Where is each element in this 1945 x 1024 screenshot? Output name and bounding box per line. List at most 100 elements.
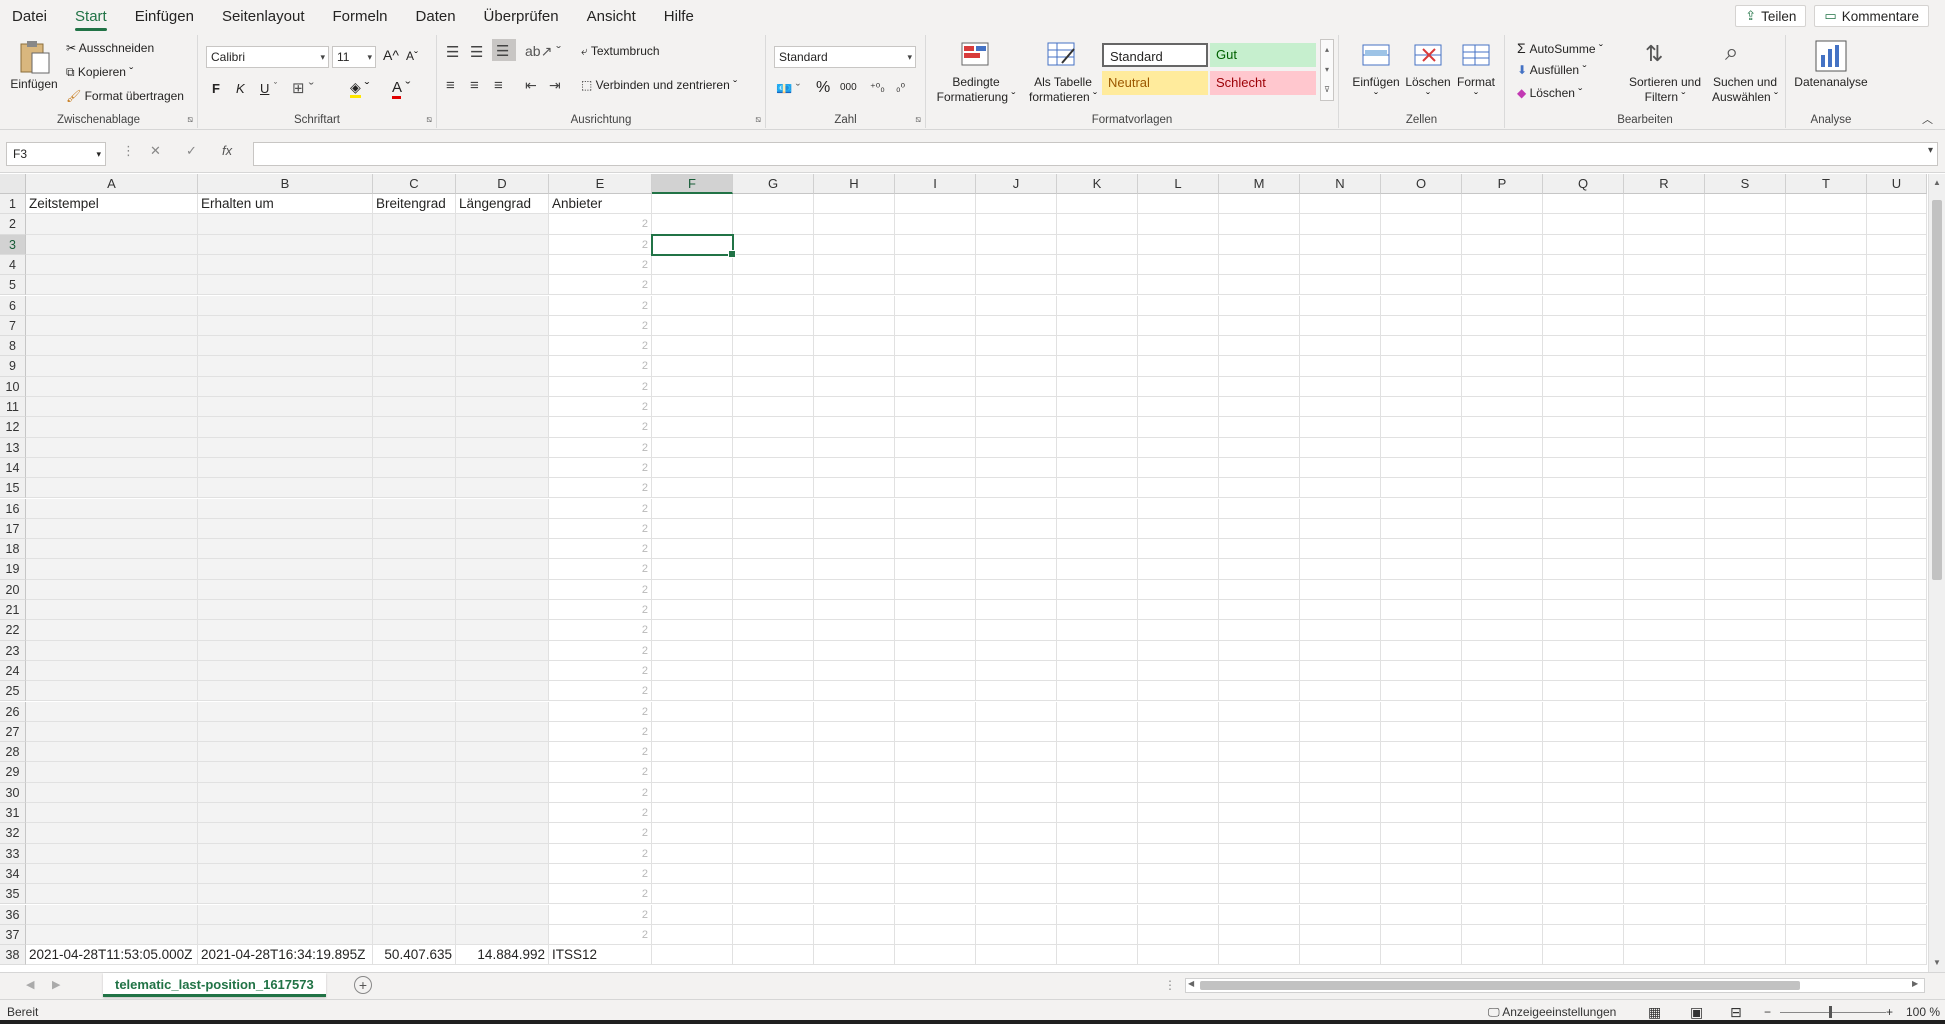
cell-u20[interactable] [1867, 579, 1927, 600]
cell-k18[interactable] [1057, 539, 1138, 560]
cell-d23[interactable] [456, 640, 549, 661]
cell-n37[interactable] [1300, 924, 1381, 946]
cell-r25[interactable] [1624, 681, 1705, 702]
cell-p25[interactable] [1462, 681, 1543, 702]
cell-b17[interactable] [198, 518, 373, 540]
row-header-23[interactable]: 23 [0, 640, 26, 661]
cell-n22[interactable] [1300, 620, 1381, 641]
cell-m7[interactable] [1219, 315, 1300, 337]
insert-function-icon[interactable]: fx [222, 143, 232, 158]
cell-n33[interactable] [1300, 843, 1381, 864]
cell-h24[interactable] [814, 660, 895, 682]
cell-c20[interactable] [373, 579, 456, 600]
cell-d8[interactable] [456, 336, 549, 357]
style-standard[interactable]: Standard [1102, 43, 1208, 67]
cell-d14[interactable] [456, 457, 549, 479]
cell-n5[interactable] [1300, 275, 1381, 296]
cell-r23[interactable] [1624, 640, 1705, 661]
cell-o13[interactable] [1381, 437, 1462, 458]
zoom-slider-thumb[interactable] [1829, 1006, 1832, 1018]
cell-h33[interactable] [814, 843, 895, 864]
cell-c2[interactable] [373, 214, 456, 235]
column-header-c[interactable]: C [373, 174, 456, 194]
cell-e30[interactable]: 2 [549, 782, 652, 803]
row-header-32[interactable]: 32 [0, 823, 26, 844]
cell-u4[interactable] [1867, 254, 1927, 276]
cell-d31[interactable] [456, 803, 549, 824]
cell-o7[interactable] [1381, 315, 1462, 337]
italic-button[interactable]: K [236, 81, 245, 96]
comments-button[interactable]: ▭ Kommentare [1814, 5, 1929, 27]
cell-c8[interactable] [373, 336, 456, 357]
cell-j22[interactable] [976, 620, 1057, 641]
cell-s16[interactable] [1705, 498, 1786, 519]
cell-t22[interactable] [1786, 620, 1867, 641]
cell-s14[interactable] [1705, 457, 1786, 479]
cell-l36[interactable] [1138, 904, 1219, 925]
row-header-12[interactable]: 12 [0, 417, 26, 438]
align-left-icon[interactable]: ≡ [446, 77, 455, 94]
cell-p12[interactable] [1462, 417, 1543, 438]
cell-a2[interactable] [26, 214, 198, 235]
underline-dropdown-icon[interactable]: ˇ [274, 81, 277, 91]
cell-g3[interactable] [733, 234, 814, 255]
cell-d37[interactable] [456, 924, 549, 946]
cell-f32[interactable] [652, 823, 733, 844]
cell-p23[interactable] [1462, 640, 1543, 661]
cell-n15[interactable] [1300, 478, 1381, 499]
dialog-launcher-icon[interactable]: ⧅ [187, 114, 193, 125]
cell-i15[interactable] [895, 478, 976, 499]
cell-k15[interactable] [1057, 478, 1138, 499]
orientation-icon[interactable]: ab↗ ˇ [525, 43, 561, 60]
row-header-17[interactable]: 17 [0, 518, 26, 540]
cell-a36[interactable] [26, 904, 198, 925]
cell-g6[interactable] [733, 295, 814, 316]
cell-l35[interactable] [1138, 884, 1219, 905]
cell-o17[interactable] [1381, 518, 1462, 540]
cell-r8[interactable] [1624, 336, 1705, 357]
cell-r19[interactable] [1624, 559, 1705, 580]
cell-r5[interactable] [1624, 275, 1705, 296]
cell-q31[interactable] [1543, 803, 1624, 824]
row-header-4[interactable]: 4 [0, 254, 26, 276]
cell-a25[interactable] [26, 681, 198, 702]
cell-c13[interactable] [373, 437, 456, 458]
cell-e4[interactable]: 2 [549, 254, 652, 276]
cell-l19[interactable] [1138, 559, 1219, 580]
cell-q28[interactable] [1543, 742, 1624, 763]
cell-a5[interactable] [26, 275, 198, 296]
tab-datei[interactable]: Datei [0, 0, 61, 33]
cell-a18[interactable] [26, 539, 198, 560]
cell-a22[interactable] [26, 620, 198, 641]
cell-u33[interactable] [1867, 843, 1927, 864]
scroll-down-icon[interactable]: ▼ [1933, 958, 1941, 967]
cell-m26[interactable] [1219, 701, 1300, 722]
cell-f9[interactable] [652, 356, 733, 377]
cell-b11[interactable] [198, 397, 373, 418]
cell-r7[interactable] [1624, 315, 1705, 337]
cell-a10[interactable] [26, 376, 198, 397]
tab-ueberpruefen[interactable]: Überprüfen [470, 0, 573, 33]
cell-r18[interactable] [1624, 539, 1705, 560]
cell-a29[interactable] [26, 762, 198, 783]
cell-u29[interactable] [1867, 762, 1927, 783]
cell-h14[interactable] [814, 457, 895, 479]
column-header-p[interactable]: P [1462, 174, 1543, 194]
cell-b35[interactable] [198, 884, 373, 905]
cell-d36[interactable] [456, 904, 549, 925]
cell-l13[interactable] [1138, 437, 1219, 458]
cell-b24[interactable] [198, 660, 373, 682]
cell-l10[interactable] [1138, 376, 1219, 397]
cell-k34[interactable] [1057, 863, 1138, 885]
cell-p13[interactable] [1462, 437, 1543, 458]
cell-n9[interactable] [1300, 356, 1381, 377]
cell-p21[interactable] [1462, 600, 1543, 621]
cell-g31[interactable] [733, 803, 814, 824]
cell-j25[interactable] [976, 681, 1057, 702]
column-header-q[interactable]: Q [1543, 174, 1624, 194]
cell-e22[interactable]: 2 [549, 620, 652, 641]
cell-g30[interactable] [733, 782, 814, 803]
cell-q33[interactable] [1543, 843, 1624, 864]
cell-p10[interactable] [1462, 376, 1543, 397]
cell-t26[interactable] [1786, 701, 1867, 722]
